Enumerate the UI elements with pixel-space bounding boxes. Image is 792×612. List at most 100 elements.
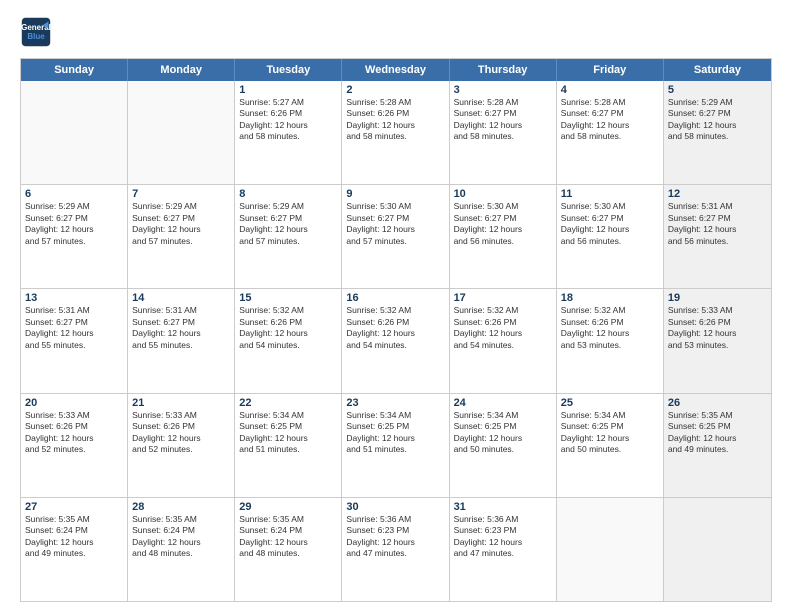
day-cell-15: 15Sunrise: 5:32 AM Sunset: 6:26 PM Dayli… <box>235 289 342 392</box>
day-number: 24 <box>454 397 552 409</box>
calendar-header: SundayMondayTuesdayWednesdayThursdayFrid… <box>21 59 771 81</box>
day-number: 15 <box>239 292 337 304</box>
day-info: Sunrise: 5:33 AM Sunset: 6:26 PM Dayligh… <box>132 410 230 456</box>
day-cell-27: 27Sunrise: 5:35 AM Sunset: 6:24 PM Dayli… <box>21 498 128 601</box>
weekday-header-sunday: Sunday <box>21 59 128 81</box>
day-number: 25 <box>561 397 659 409</box>
day-info: Sunrise: 5:35 AM Sunset: 6:24 PM Dayligh… <box>132 514 230 560</box>
day-cell-22: 22Sunrise: 5:34 AM Sunset: 6:25 PM Dayli… <box>235 394 342 497</box>
day-info: Sunrise: 5:35 AM Sunset: 6:25 PM Dayligh… <box>668 410 767 456</box>
day-number: 12 <box>668 188 767 200</box>
day-info: Sunrise: 5:34 AM Sunset: 6:25 PM Dayligh… <box>346 410 444 456</box>
day-cell-23: 23Sunrise: 5:34 AM Sunset: 6:25 PM Dayli… <box>342 394 449 497</box>
day-number: 8 <box>239 188 337 200</box>
calendar-row-3: 20Sunrise: 5:33 AM Sunset: 6:26 PM Dayli… <box>21 393 771 497</box>
header: General Blue <box>20 16 772 48</box>
day-info: Sunrise: 5:31 AM Sunset: 6:27 PM Dayligh… <box>668 201 767 247</box>
day-cell-31: 31Sunrise: 5:36 AM Sunset: 6:23 PM Dayli… <box>450 498 557 601</box>
day-info: Sunrise: 5:29 AM Sunset: 6:27 PM Dayligh… <box>25 201 123 247</box>
day-cell-28: 28Sunrise: 5:35 AM Sunset: 6:24 PM Dayli… <box>128 498 235 601</box>
day-number: 9 <box>346 188 444 200</box>
day-cell-9: 9Sunrise: 5:30 AM Sunset: 6:27 PM Daylig… <box>342 185 449 288</box>
day-info: Sunrise: 5:31 AM Sunset: 6:27 PM Dayligh… <box>25 305 123 351</box>
day-number: 2 <box>346 84 444 96</box>
day-info: Sunrise: 5:28 AM Sunset: 6:26 PM Dayligh… <box>346 97 444 143</box>
weekday-header-thursday: Thursday <box>450 59 557 81</box>
day-info: Sunrise: 5:32 AM Sunset: 6:26 PM Dayligh… <box>346 305 444 351</box>
day-number: 6 <box>25 188 123 200</box>
day-cell-17: 17Sunrise: 5:32 AM Sunset: 6:26 PM Dayli… <box>450 289 557 392</box>
day-cell-18: 18Sunrise: 5:32 AM Sunset: 6:26 PM Dayli… <box>557 289 664 392</box>
day-info: Sunrise: 5:33 AM Sunset: 6:26 PM Dayligh… <box>668 305 767 351</box>
day-info: Sunrise: 5:30 AM Sunset: 6:27 PM Dayligh… <box>561 201 659 247</box>
weekday-header-saturday: Saturday <box>664 59 771 81</box>
svg-text:Blue: Blue <box>27 32 45 41</box>
day-number: 5 <box>668 84 767 96</box>
day-info: Sunrise: 5:32 AM Sunset: 6:26 PM Dayligh… <box>561 305 659 351</box>
day-cell-6: 6Sunrise: 5:29 AM Sunset: 6:27 PM Daylig… <box>21 185 128 288</box>
empty-cell <box>128 81 235 184</box>
calendar-body: 1Sunrise: 5:27 AM Sunset: 6:26 PM Daylig… <box>21 81 771 601</box>
day-info: Sunrise: 5:35 AM Sunset: 6:24 PM Dayligh… <box>25 514 123 560</box>
day-number: 17 <box>454 292 552 304</box>
day-number: 26 <box>668 397 767 409</box>
calendar-row-1: 6Sunrise: 5:29 AM Sunset: 6:27 PM Daylig… <box>21 184 771 288</box>
day-info: Sunrise: 5:28 AM Sunset: 6:27 PM Dayligh… <box>561 97 659 143</box>
day-info: Sunrise: 5:30 AM Sunset: 6:27 PM Dayligh… <box>454 201 552 247</box>
day-cell-16: 16Sunrise: 5:32 AM Sunset: 6:26 PM Dayli… <box>342 289 449 392</box>
page: General Blue SundayMondayTuesdayWednesda… <box>0 0 792 612</box>
day-cell-5: 5Sunrise: 5:29 AM Sunset: 6:27 PM Daylig… <box>664 81 771 184</box>
calendar-row-4: 27Sunrise: 5:35 AM Sunset: 6:24 PM Dayli… <box>21 497 771 601</box>
day-cell-29: 29Sunrise: 5:35 AM Sunset: 6:24 PM Dayli… <box>235 498 342 601</box>
day-number: 11 <box>561 188 659 200</box>
day-number: 28 <box>132 501 230 513</box>
empty-cell <box>664 498 771 601</box>
day-cell-8: 8Sunrise: 5:29 AM Sunset: 6:27 PM Daylig… <box>235 185 342 288</box>
day-info: Sunrise: 5:32 AM Sunset: 6:26 PM Dayligh… <box>454 305 552 351</box>
day-cell-7: 7Sunrise: 5:29 AM Sunset: 6:27 PM Daylig… <box>128 185 235 288</box>
day-number: 1 <box>239 84 337 96</box>
weekday-header-monday: Monday <box>128 59 235 81</box>
day-number: 10 <box>454 188 552 200</box>
weekday-header-wednesday: Wednesday <box>342 59 449 81</box>
day-cell-25: 25Sunrise: 5:34 AM Sunset: 6:25 PM Dayli… <box>557 394 664 497</box>
day-number: 22 <box>239 397 337 409</box>
day-number: 31 <box>454 501 552 513</box>
day-info: Sunrise: 5:34 AM Sunset: 6:25 PM Dayligh… <box>454 410 552 456</box>
day-number: 14 <box>132 292 230 304</box>
calendar-row-0: 1Sunrise: 5:27 AM Sunset: 6:26 PM Daylig… <box>21 81 771 184</box>
day-cell-14: 14Sunrise: 5:31 AM Sunset: 6:27 PM Dayli… <box>128 289 235 392</box>
day-number: 20 <box>25 397 123 409</box>
day-cell-21: 21Sunrise: 5:33 AM Sunset: 6:26 PM Dayli… <box>128 394 235 497</box>
day-number: 3 <box>454 84 552 96</box>
empty-cell <box>557 498 664 601</box>
day-cell-11: 11Sunrise: 5:30 AM Sunset: 6:27 PM Dayli… <box>557 185 664 288</box>
calendar-row-2: 13Sunrise: 5:31 AM Sunset: 6:27 PM Dayli… <box>21 288 771 392</box>
day-info: Sunrise: 5:27 AM Sunset: 6:26 PM Dayligh… <box>239 97 337 143</box>
weekday-header-friday: Friday <box>557 59 664 81</box>
day-cell-3: 3Sunrise: 5:28 AM Sunset: 6:27 PM Daylig… <box>450 81 557 184</box>
day-info: Sunrise: 5:36 AM Sunset: 6:23 PM Dayligh… <box>346 514 444 560</box>
day-info: Sunrise: 5:30 AM Sunset: 6:27 PM Dayligh… <box>346 201 444 247</box>
day-info: Sunrise: 5:33 AM Sunset: 6:26 PM Dayligh… <box>25 410 123 456</box>
day-cell-20: 20Sunrise: 5:33 AM Sunset: 6:26 PM Dayli… <box>21 394 128 497</box>
day-number: 16 <box>346 292 444 304</box>
day-info: Sunrise: 5:29 AM Sunset: 6:27 PM Dayligh… <box>239 201 337 247</box>
day-number: 23 <box>346 397 444 409</box>
logo: General Blue <box>20 16 52 48</box>
day-info: Sunrise: 5:34 AM Sunset: 6:25 PM Dayligh… <box>561 410 659 456</box>
day-cell-24: 24Sunrise: 5:34 AM Sunset: 6:25 PM Dayli… <box>450 394 557 497</box>
calendar: SundayMondayTuesdayWednesdayThursdayFrid… <box>20 58 772 602</box>
day-cell-30: 30Sunrise: 5:36 AM Sunset: 6:23 PM Dayli… <box>342 498 449 601</box>
day-info: Sunrise: 5:34 AM Sunset: 6:25 PM Dayligh… <box>239 410 337 456</box>
day-info: Sunrise: 5:35 AM Sunset: 6:24 PM Dayligh… <box>239 514 337 560</box>
day-number: 29 <box>239 501 337 513</box>
weekday-header-tuesday: Tuesday <box>235 59 342 81</box>
day-cell-10: 10Sunrise: 5:30 AM Sunset: 6:27 PM Dayli… <box>450 185 557 288</box>
day-number: 19 <box>668 292 767 304</box>
day-number: 21 <box>132 397 230 409</box>
day-info: Sunrise: 5:32 AM Sunset: 6:26 PM Dayligh… <box>239 305 337 351</box>
day-info: Sunrise: 5:31 AM Sunset: 6:27 PM Dayligh… <box>132 305 230 351</box>
day-number: 27 <box>25 501 123 513</box>
logo-icon: General Blue <box>20 16 52 48</box>
